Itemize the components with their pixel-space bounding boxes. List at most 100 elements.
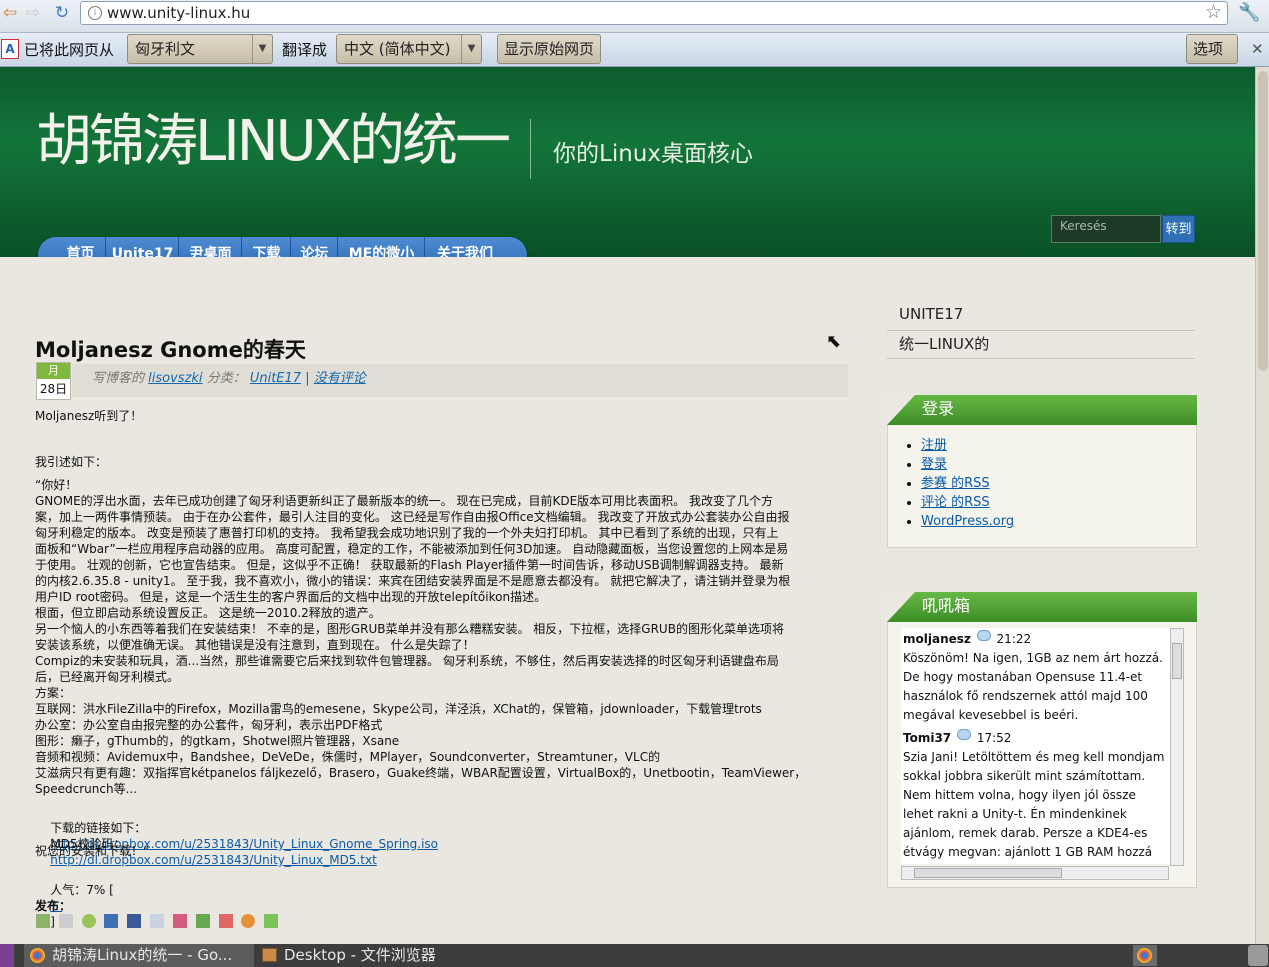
share-icons xyxy=(36,914,283,930)
source-language-select[interactable]: 匈牙利文 ▼ xyxy=(127,34,273,64)
translate-bar: A 已将此网页从 匈牙利文 ▼ 翻译成 中文 (简体中文) ▼ 显示原始网页 选… xyxy=(0,33,1269,88)
post-quote-intro: 我引述如下： xyxy=(35,455,108,469)
shout-text: Szia Jani! Letöltöttem és meg kell mondj… xyxy=(903,750,1165,859)
author-link[interactable]: lisovszki xyxy=(148,371,202,386)
sidebar-title: UNITE17 xyxy=(899,305,964,323)
date-month: 月 xyxy=(37,363,70,379)
mouse-cursor-icon: ⬉ xyxy=(826,331,842,352)
chevron-down-icon: ▼ xyxy=(461,35,481,63)
chrome-icon xyxy=(30,948,45,963)
comments-link[interactable]: 没有评论 xyxy=(314,371,366,386)
site-header: 胡锦涛LINUX的统一 你的Linux桌面核心 Keresés 转到 首页 Un… xyxy=(0,67,1255,273)
login-link[interactable]: 登录 xyxy=(921,457,947,472)
speech-bubble-icon xyxy=(976,630,991,641)
shout-message: Tomi37 17:52 Szia Jani! Letöltöttem és m… xyxy=(903,729,1170,864)
post-intro: Moljanesz听到了！ xyxy=(35,409,143,423)
page-scrollbar-thumb[interactable] xyxy=(1258,71,1268,371)
entries-rss-link[interactable]: 参赛 的RSS xyxy=(921,476,990,491)
bookmark-star-icon[interactable]: ☆ xyxy=(1205,1,1222,23)
sidebar-divider xyxy=(887,358,1195,359)
scrollbar-thumb[interactable] xyxy=(1172,643,1182,679)
trash-icon[interactable] xyxy=(1248,945,1268,966)
translate-prefix: 已将此网页从 xyxy=(24,41,115,59)
browser-toolbar: ⇦ ⇨ ↻ i www.unity-linux.hu ☆ 🔧 xyxy=(0,0,1269,33)
shout-author: moljanesz xyxy=(903,632,971,646)
share-more-icon[interactable] xyxy=(264,914,279,928)
login-links: 注册 登录 参赛 的RSS 评论 的RSS WordPress.org xyxy=(921,436,1014,531)
page-content: Moljanesz Gnome的春天 月 28日 写博客的 lisovszki … xyxy=(0,257,1255,944)
shoutbox-widget-title: 吼吼箱 xyxy=(922,596,971,615)
post-title[interactable]: Moljanesz Gnome的春天 xyxy=(35,334,306,364)
login-widget: 登录 注册 登录 参赛 的RSS 评论 的RSS WordPress.org xyxy=(887,395,1197,548)
shout-author: Tomi37 xyxy=(903,731,952,745)
share-google-icon[interactable] xyxy=(195,914,210,928)
category-link[interactable]: UnitE17 xyxy=(250,371,301,386)
share-delicious-icon[interactable] xyxy=(104,914,119,928)
speech-bubble-icon xyxy=(956,729,971,740)
shout-time: 21:22 xyxy=(996,632,1032,646)
translate-icon: A xyxy=(1,39,19,59)
register-link[interactable]: 注册 xyxy=(921,438,947,453)
taskbar-item-browser[interactable]: 胡锦涛Linux的统一 - Go... xyxy=(24,944,254,967)
shoutbox-horizontal-scrollbar[interactable] xyxy=(901,866,1169,880)
tray-chrome-icon[interactable] xyxy=(1133,945,1157,966)
share-myspace-icon[interactable] xyxy=(172,914,187,928)
share-twitter-icon[interactable] xyxy=(150,914,165,928)
post-body: “你好！ GNOME的浮出水面，去年已成功创建了匈牙利语更新纠正了最新版本的统一… xyxy=(35,478,807,796)
close-translate-bar-icon[interactable]: ✕ xyxy=(1251,40,1264,58)
search-input[interactable]: Keresés xyxy=(1051,215,1161,243)
target-language-select[interactable]: 中文 (简体中文) ▼ xyxy=(336,34,482,64)
shout-time: 17:52 xyxy=(976,731,1012,745)
sidebar-subtitle: 统一LINUX的 xyxy=(899,335,990,353)
meta-separator: | xyxy=(305,371,310,386)
share-user-icon[interactable] xyxy=(241,914,256,928)
shout-text: Köszönöm! Na igen, 1GB az nem árt hozzá.… xyxy=(903,651,1163,722)
address-bar[interactable]: i www.unity-linux.hu ☆ xyxy=(80,1,1228,25)
shoutbox-messages: moljanesz 21:22 Köszönöm! Na igen, 1GB a… xyxy=(901,628,1184,864)
site-tagline: 你的Linux桌面核心 xyxy=(553,141,753,167)
share-bookmark-icon[interactable] xyxy=(58,914,73,928)
wordpress-link[interactable]: WordPress.org xyxy=(921,514,1014,529)
translate-middle: 翻译成 xyxy=(282,41,328,59)
date-day: 28日 xyxy=(39,382,68,396)
share-pdf-icon[interactable] xyxy=(218,914,233,928)
login-widget-title: 登录 xyxy=(922,399,955,418)
share-digg-icon[interactable] xyxy=(36,914,50,928)
forward-arrow-icon[interactable]: ⇨ xyxy=(23,3,43,23)
back-arrow-icon[interactable]: ⇦ xyxy=(0,3,20,23)
taskbar-item-label: 胡锦涛Linux的统一 - Go... xyxy=(52,946,233,964)
shoutbox-widget-header: 吼吼箱 xyxy=(887,592,1197,622)
wrench-icon[interactable]: 🔧 xyxy=(1238,2,1260,23)
folder-icon xyxy=(262,948,277,962)
search-button[interactable]: 转到 xyxy=(1162,215,1195,243)
page-info-icon[interactable]: i xyxy=(88,6,102,20)
show-original-button[interactable]: 显示原始网页 xyxy=(497,34,602,64)
chevron-down-icon: ▼ xyxy=(252,35,272,63)
share-label: 发布： xyxy=(35,899,72,913)
address-text: www.unity-linux.hu xyxy=(107,4,251,22)
sidebar-divider xyxy=(887,330,1195,331)
comments-rss-link[interactable]: 评论 的RSS xyxy=(921,495,990,510)
shoutbox-vertical-scrollbar[interactable] xyxy=(1170,628,1184,866)
scrollbar-thumb[interactable] xyxy=(914,868,1062,878)
meta-prefix: 写博客的 xyxy=(92,371,145,386)
post-meta: 写博客的 lisovszki 分类： UnitE17 | 没有评论 xyxy=(72,364,848,397)
show-desktop-icon[interactable] xyxy=(0,944,14,967)
taskbar-item-file-browser[interactable]: Desktop - 文件浏览器 xyxy=(256,944,496,967)
popularity-prefix: 人气：7% [ xyxy=(50,883,114,897)
site-title[interactable]: 胡锦涛LINUX的统一 xyxy=(36,107,511,177)
post-closing: 祝您的安装和下载！“ xyxy=(35,844,150,858)
login-widget-header: 登录 xyxy=(887,395,1197,425)
share-star-icon[interactable] xyxy=(81,914,96,928)
source-language-value: 匈牙利文 xyxy=(135,40,196,58)
taskbar: 胡锦涛Linux的统一 - Go... Desktop - 文件浏览器 xyxy=(0,944,1269,967)
page-scrollbar[interactable] xyxy=(1255,67,1269,944)
options-button[interactable]: 选项 ▼ xyxy=(1186,34,1238,88)
reload-icon[interactable]: ↻ xyxy=(52,3,72,23)
share-facebook-icon[interactable] xyxy=(127,914,142,928)
chrome-icon xyxy=(1137,948,1152,963)
shout-message: moljanesz 21:22 Köszönöm! Na igen, 1GB a… xyxy=(903,630,1170,725)
title-divider xyxy=(530,119,531,179)
taskbar-item-label: Desktop - 文件浏览器 xyxy=(284,946,436,964)
options-label: 选项 xyxy=(1193,40,1224,58)
